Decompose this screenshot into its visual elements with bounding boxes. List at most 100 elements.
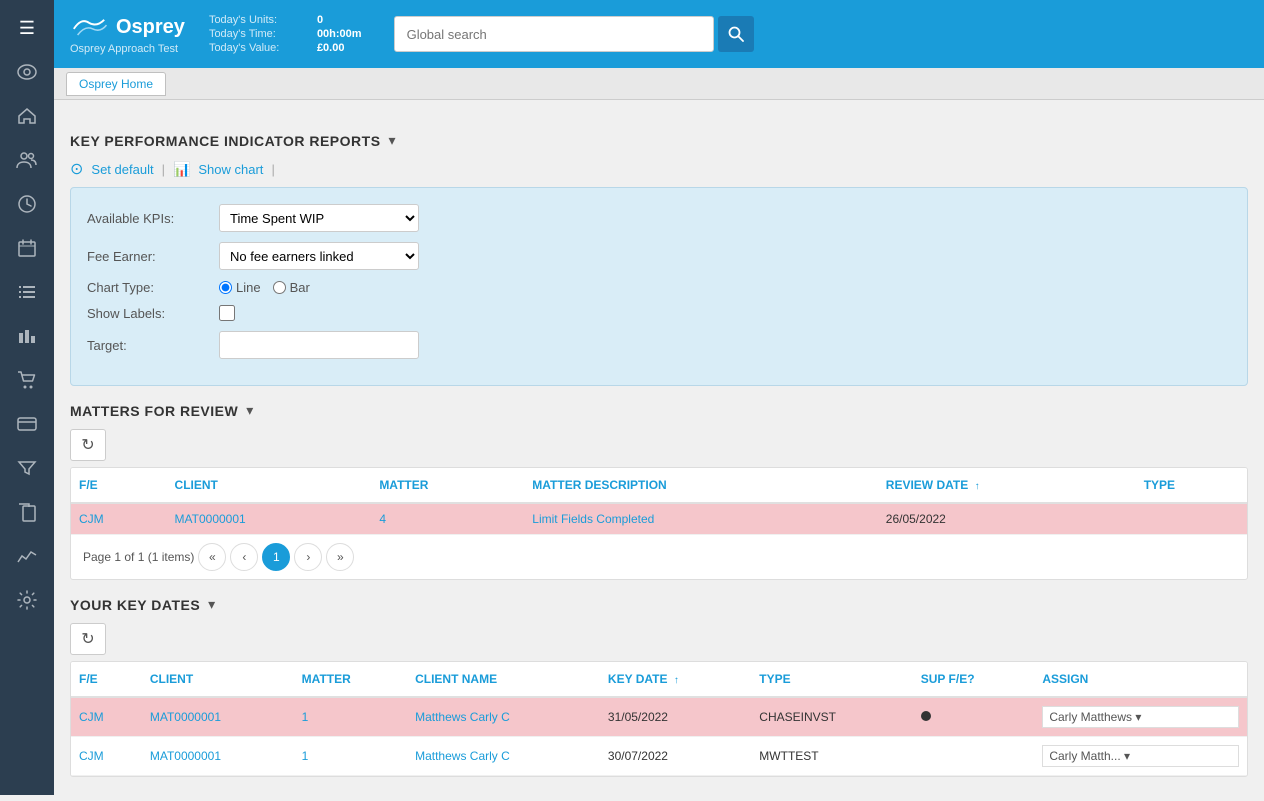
settings-icon[interactable] bbox=[7, 580, 47, 620]
kd-cell-assign-2: Carly Matth... ▾ bbox=[1034, 737, 1247, 776]
kd-col-assign[interactable]: ASSIGN bbox=[1034, 662, 1247, 697]
cell-description: Limit Fields Completed bbox=[524, 503, 878, 535]
key-dates-chevron-icon[interactable]: ▾ bbox=[208, 596, 215, 613]
kpi-chevron-icon[interactable]: ▾ bbox=[389, 132, 396, 149]
kd-col-client[interactable]: CLIENT bbox=[142, 662, 294, 697]
prev-page-button[interactable]: ‹ bbox=[230, 543, 258, 571]
kd-client-link-2[interactable]: MAT0000001 bbox=[150, 749, 221, 763]
key-dates-title: YOUR KEY DATES bbox=[70, 597, 200, 613]
kd-cell-type-2: MWTTEST bbox=[751, 737, 912, 776]
kd-cell-type: CHASEINVST bbox=[751, 697, 912, 737]
kd-cell-client-2: MAT0000001 bbox=[142, 737, 294, 776]
people-icon[interactable] bbox=[7, 140, 47, 180]
search-area bbox=[394, 16, 1248, 52]
kd-matter-link-1[interactable]: 1 bbox=[302, 710, 309, 724]
kd-col-matter[interactable]: MATTER bbox=[294, 662, 407, 697]
chart-bar-label: Bar bbox=[290, 280, 310, 295]
kd-matter-link-2[interactable]: 1 bbox=[302, 749, 309, 763]
cart-icon[interactable] bbox=[7, 360, 47, 400]
filter-icon[interactable] bbox=[7, 448, 47, 488]
sidebar: ☰ bbox=[0, 0, 54, 795]
kd-fe-link-1[interactable]: CJM bbox=[79, 710, 104, 724]
breadcrumb-home[interactable]: Osprey Home bbox=[66, 72, 166, 96]
kpi-row-chart-type: Chart Type: Line Bar bbox=[87, 280, 1231, 295]
table-row: CJM MAT0000001 1 Matthews Carly C 30/07/… bbox=[71, 737, 1247, 776]
desc-link[interactable]: Limit Fields Completed bbox=[532, 512, 654, 526]
col-review-date[interactable]: REVIEW DATE ↑ bbox=[878, 468, 1136, 503]
kpi-target-label: Target: bbox=[87, 338, 207, 353]
copy-icon[interactable] bbox=[7, 492, 47, 532]
eye-icon[interactable] bbox=[7, 52, 47, 92]
col-type[interactable]: TYPE bbox=[1136, 468, 1247, 503]
home-icon[interactable] bbox=[7, 96, 47, 136]
kd-cell-matter-2: 1 bbox=[294, 737, 407, 776]
main-content: KEY PERFORMANCE INDICATOR REPORTS ▾ ⊙ Se… bbox=[54, 100, 1264, 801]
key-dates-refresh-button[interactable]: ↻ bbox=[70, 623, 106, 655]
kd-col-client-name[interactable]: CLIENT NAME bbox=[407, 662, 600, 697]
col-client[interactable]: CLIENT bbox=[167, 468, 372, 503]
credit-card-icon[interactable] bbox=[7, 404, 47, 444]
key-dates-table-header: F/E CLIENT MATTER CLIENT NAME KEY DATE ↑… bbox=[71, 662, 1247, 697]
kpi-fee-earner-select[interactable]: No fee earners linked bbox=[219, 242, 419, 270]
set-default-link[interactable]: Set default bbox=[91, 162, 153, 177]
show-chart-link[interactable]: Show chart bbox=[198, 162, 263, 177]
kd-client-name-link-2[interactable]: Matthews Carly C bbox=[415, 749, 510, 763]
matters-refresh-button[interactable]: ↻ bbox=[70, 429, 106, 461]
kpi-row-show-labels: Show Labels: bbox=[87, 305, 1231, 321]
first-page-button[interactable]: « bbox=[198, 543, 226, 571]
kd-cell-key-date: 31/05/2022 bbox=[600, 697, 751, 737]
search-input[interactable] bbox=[394, 16, 714, 52]
kd-col-fe[interactable]: F/E bbox=[71, 662, 142, 697]
kpi-target-input[interactable] bbox=[219, 331, 419, 359]
key-date-sort-icon: ↑ bbox=[674, 675, 679, 686]
col-matter-desc[interactable]: MATTER DESCRIPTION bbox=[524, 468, 878, 503]
chart-bar-radio[interactable] bbox=[273, 281, 286, 294]
show-labels-checkbox[interactable] bbox=[219, 305, 235, 321]
kd-client-link-1[interactable]: MAT0000001 bbox=[150, 710, 221, 724]
kd-col-type[interactable]: TYPE bbox=[751, 662, 912, 697]
kd-col-sup-fe[interactable]: SUP F/E? bbox=[913, 662, 1035, 697]
last-page-button[interactable]: » bbox=[326, 543, 354, 571]
pagination-text: Page 1 of 1 (1 items) bbox=[83, 550, 194, 564]
calendar-icon[interactable] bbox=[7, 228, 47, 268]
value-label: Today's Value: bbox=[209, 42, 309, 54]
menu-icon[interactable]: ☰ bbox=[7, 8, 47, 48]
matters-title: MATTERS FOR REVIEW bbox=[70, 403, 238, 419]
matter-link[interactable]: 4 bbox=[379, 512, 386, 526]
chart-bar-icon[interactable] bbox=[7, 316, 47, 356]
col-matter[interactable]: MATTER bbox=[371, 468, 524, 503]
search-button[interactable] bbox=[718, 16, 754, 52]
chart-bar-option[interactable]: Bar bbox=[273, 280, 310, 295]
matters-pagination: Page 1 of 1 (1 items) « ‹ 1 › » bbox=[71, 535, 1247, 579]
time-label: Today's Time: bbox=[209, 28, 309, 40]
set-default-icon: ⊙ bbox=[70, 159, 83, 179]
kpi-available-select[interactable]: Time Spent WIP Billing Costs Debtors bbox=[219, 204, 419, 232]
kd-cell-sup-fe-2 bbox=[913, 737, 1035, 776]
time-value: 00h:00m bbox=[317, 28, 362, 40]
kd-client-name-link-1[interactable]: Matthews Carly C bbox=[415, 710, 510, 724]
kd-col-key-date[interactable]: KEY DATE ↑ bbox=[600, 662, 751, 697]
client-link[interactable]: MAT0000001 bbox=[175, 512, 246, 526]
line-chart-icon[interactable] bbox=[7, 536, 47, 576]
page-1-button[interactable]: 1 bbox=[262, 543, 290, 571]
assign-dropdown-2[interactable]: Carly Matth... ▾ bbox=[1042, 745, 1239, 767]
list-icon[interactable] bbox=[7, 272, 47, 312]
kpi-fee-earner-label: Fee Earner: bbox=[87, 249, 207, 264]
chart-line-radio[interactable] bbox=[219, 281, 232, 294]
units-value: 0 bbox=[317, 14, 323, 26]
clock-icon[interactable] bbox=[7, 184, 47, 224]
next-page-button[interactable]: › bbox=[294, 543, 322, 571]
divider-2: | bbox=[271, 162, 274, 177]
kd-fe-link-2[interactable]: CJM bbox=[79, 749, 104, 763]
review-date-sort-icon: ↑ bbox=[975, 481, 980, 492]
sup-fe-dot-1 bbox=[921, 711, 931, 721]
col-fe[interactable]: F/E bbox=[71, 468, 167, 503]
chart-line-option[interactable]: Line bbox=[219, 280, 261, 295]
matters-chevron-icon[interactable]: ▾ bbox=[246, 402, 253, 419]
kd-cell-client-name: Matthews Carly C bbox=[407, 697, 600, 737]
units-label: Today's Units: bbox=[209, 14, 309, 26]
assign-dropdown-1[interactable]: Carly Matthews ▾ bbox=[1042, 706, 1239, 728]
fe-link[interactable]: CJM bbox=[79, 512, 104, 526]
kpi-show-labels-label: Show Labels: bbox=[87, 306, 207, 321]
kd-cell-key-date-2: 30/07/2022 bbox=[600, 737, 751, 776]
